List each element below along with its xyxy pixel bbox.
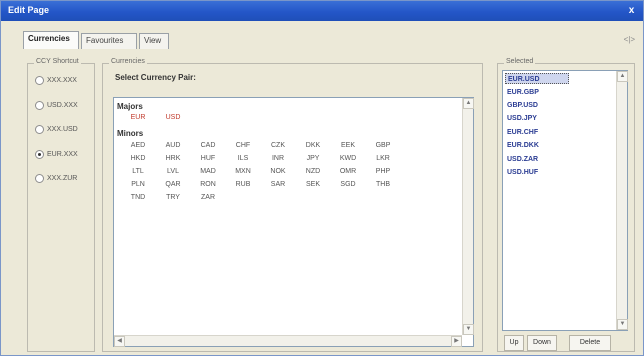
window-title: Edit Page [8,5,50,15]
currency-try[interactable]: TRY [158,194,188,201]
currency-qar[interactable]: QAR [158,181,188,188]
selected-panel-label: Selected [504,58,536,65]
currency-php[interactable]: PHP [368,168,398,175]
currency-sar[interactable]: SAR [263,181,293,188]
selected-item-usd-zar[interactable]: USD.ZAR [505,154,569,165]
currency-huf[interactable]: HUF [193,155,223,162]
edit-page-window: Edit Page x Currencies Favourites View <… [0,0,644,356]
selected-item-eur-chf[interactable]: EUR.CHF [505,127,569,138]
radio-xxx-xxx[interactable]: XXX.XXX [35,76,77,85]
currency-nok[interactable]: NOK [263,168,293,175]
selected-item-eur-usd[interactable]: EUR.USD [505,73,569,84]
radio-xxx-usd[interactable]: XXX.USD [35,125,78,134]
radio-label: XXX.ZUR [47,175,78,182]
minors-heading: Minors [117,129,144,138]
currency-list[interactable] [113,97,474,347]
ccy-shortcut-label: CCY Shortcut [34,58,81,65]
currency-jpy[interactable]: JPY [298,155,328,162]
currency-aud[interactable]: AUD [158,142,188,149]
title-bar[interactable]: Edit Page x [1,1,643,21]
currency-ltl[interactable]: LTL [123,168,153,175]
currency-chf[interactable]: CHF [228,142,258,149]
selected-item-usd-jpy[interactable]: USD.JPY [505,113,569,124]
down-arrow-icon[interactable]: ▼ [617,319,628,330]
tab-label: Favourites [86,36,124,45]
currency-lkr[interactable]: LKR [368,155,398,162]
radio-label: USD.XXX [47,102,78,109]
tab-label: Currencies [28,34,70,43]
currency-dkk[interactable]: DKK [298,142,328,149]
currency-thb[interactable]: THB [368,181,398,188]
selected-item-eur-gbp[interactable]: EUR.GBP [505,87,569,98]
currency-kwd[interactable]: KWD [333,155,363,162]
tab-view[interactable]: View [139,33,169,49]
selected-item-eur-dkk[interactable]: EUR.DKK [505,140,569,151]
radio-button-icon[interactable] [35,76,44,85]
currency-lvl[interactable]: LVL [158,168,188,175]
radio-button-checked-icon[interactable] [35,150,44,159]
left-arrow-icon[interactable]: ◀ [114,336,125,347]
selected-item-usd-huf[interactable]: USD.HUF [505,167,569,178]
selected-list-vscroll[interactable]: ▲ ▼ [616,71,628,330]
currency-ron[interactable]: RON [193,181,223,188]
radio-button-icon[interactable] [35,101,44,110]
tab-label: View [144,36,162,45]
up-arrow-icon[interactable]: ▲ [617,71,628,82]
currency-list-hscroll[interactable]: ◀ ▶ [114,335,462,347]
radio-label: XXX.XXX [47,77,77,84]
currency-omr[interactable]: OMR [333,168,363,175]
radio-label: EUR.XXX [47,151,78,158]
currency-eur[interactable]: EUR [123,114,153,121]
radio-button-icon[interactable] [35,174,44,183]
radio-button-icon[interactable] [35,125,44,134]
currency-mad[interactable]: MAD [193,168,223,175]
currency-hrk[interactable]: HRK [158,155,188,162]
tab-scroll-arrows[interactable]: <|> [624,35,635,44]
currency-hkd[interactable]: HKD [123,155,153,162]
currency-eek[interactable]: EEK [333,142,363,149]
currency-mxn[interactable]: MXN [228,168,258,175]
select-currency-pair-label: Select Currency Pair: [115,73,196,82]
currency-nzd[interactable]: NZD [298,168,328,175]
down-arrow-icon[interactable]: ▼ [463,324,474,335]
radio-label: XXX.USD [47,126,78,133]
currency-gbp[interactable]: GBP [368,142,398,149]
delete-button[interactable]: Delete [569,335,611,351]
currency-cad[interactable]: CAD [193,142,223,149]
radio-xxx-zur[interactable]: XXX.ZUR [35,174,77,183]
radio-usd-xxx[interactable]: USD.XXX [35,101,78,110]
currency-usd[interactable]: USD [158,114,188,121]
currency-pln[interactable]: PLN [123,181,153,188]
currency-czk[interactable]: CZK [263,142,293,149]
close-icon[interactable]: x [625,4,638,17]
majors-heading: Majors [117,102,143,111]
up-button[interactable]: Up [504,335,524,351]
right-arrow-icon[interactable]: ▶ [451,336,462,347]
currency-list-vscroll[interactable]: ▲ ▼ [462,98,474,335]
currency-tnd[interactable]: TND [123,194,153,201]
currency-zar[interactable]: ZAR [193,194,223,201]
currency-sgd[interactable]: SGD [333,181,363,188]
tab-favourites[interactable]: Favourites [81,33,137,49]
selected-item-gbp-usd[interactable]: GBP.USD [505,100,569,111]
currency-sek[interactable]: SEK [298,181,328,188]
currency-inr[interactable]: INR [263,155,293,162]
down-button[interactable]: Down [527,335,557,351]
currency-ils[interactable]: ILS [228,155,258,162]
tab-currencies[interactable]: Currencies [23,31,79,49]
radio-eur-xxx[interactable]: EUR.XXX [35,150,78,159]
currency-rub[interactable]: RUB [228,181,258,188]
currency-aed[interactable]: AED [123,142,153,149]
up-arrow-icon[interactable]: ▲ [463,98,474,109]
currencies-panel-label: Currencies [109,58,147,65]
